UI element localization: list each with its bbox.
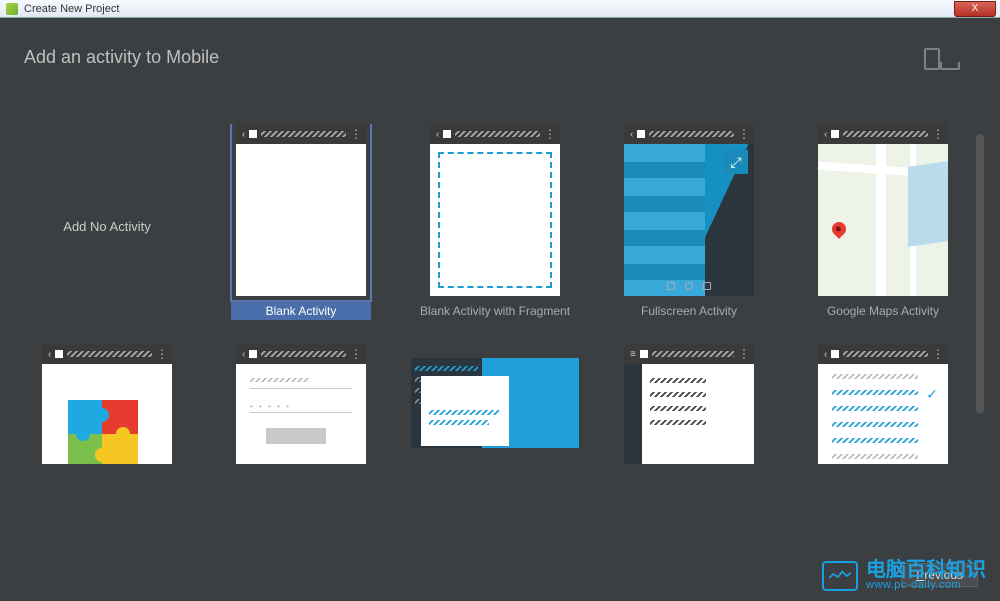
expand-icon: ⤢ xyxy=(724,150,748,174)
activity-fullscreen[interactable]: ‹⋮ ⤢ Fullscreen Activity xyxy=(599,124,779,324)
window-title: Create New Project xyxy=(24,3,119,15)
activity-settings[interactable]: ‹⋮ ✓ xyxy=(793,344,964,464)
puzzle-icon xyxy=(68,400,138,464)
close-button[interactable]: X xyxy=(954,1,996,17)
window-titlebar: Create New Project X xyxy=(0,0,1000,18)
watermark-icon xyxy=(822,561,858,591)
activity-google-maps[interactable]: ‹⋮ Google Maps Activity xyxy=(793,124,964,324)
activity-blank[interactable]: ‹⋮ Blank Activity xyxy=(211,124,391,324)
activity-blank-fragment[interactable]: ‹⋮ Blank Activity with Fragment xyxy=(405,124,585,324)
activity-none[interactable]: Add No Activity xyxy=(26,124,197,324)
page-title: Add an activity to Mobile xyxy=(24,47,922,68)
form-factor-icon xyxy=(922,44,966,70)
activity-navigation-drawer[interactable]: ≡⋮ xyxy=(599,344,779,464)
dialog-body: Add an activity to Mobile Add No Activit… xyxy=(0,18,1000,601)
activity-play-services[interactable]: ‹⋮ xyxy=(26,344,197,464)
activity-login[interactable]: ‹⋮ • • • • • xyxy=(211,344,391,464)
activity-master-detail[interactable] xyxy=(405,344,585,464)
activity-grid: Add No Activity ‹⋮ Blank Activity ‹⋮ Bla… xyxy=(26,124,964,555)
dialog-header: Add an activity to Mobile xyxy=(6,24,994,78)
app-icon xyxy=(6,3,18,15)
scrollbar[interactable] xyxy=(976,134,984,414)
watermark: 电脑百科知识 www.pc-daily.com xyxy=(814,556,994,595)
